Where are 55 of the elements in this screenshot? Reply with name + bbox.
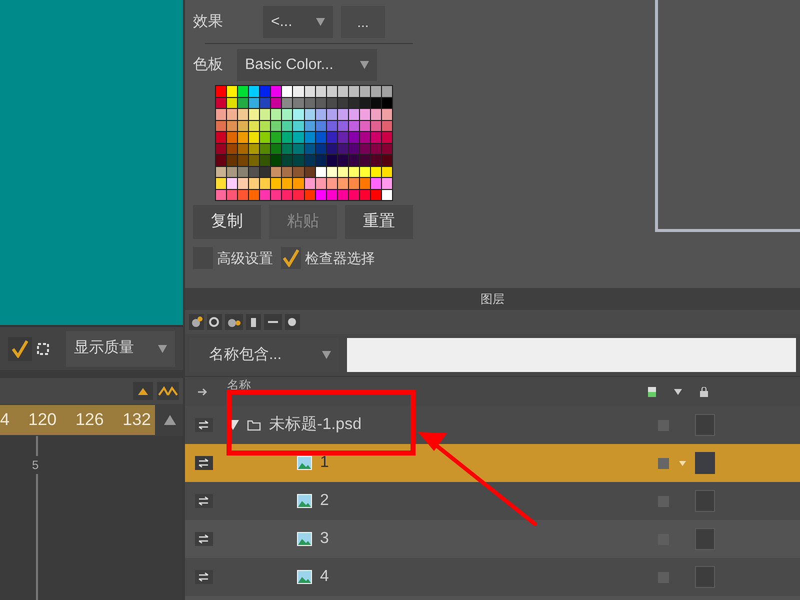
caret-icon [322,351,331,359]
onion-skin-icon[interactable] [133,382,153,400]
quality-dropdown[interactable]: 显示质量 [66,330,175,366]
playhead-label: 5 [32,456,39,474]
visibility-icon[interactable] [195,418,213,432]
swatches-label: 色板 [193,54,224,75]
link-icon[interactable] [197,388,207,396]
visibility-icon[interactable] [195,532,213,546]
swatch-action-button[interactable]: 复制 [193,205,261,239]
dropdown-column-icon [674,388,682,394]
layer-name: 3 [320,529,329,549]
caret-icon [360,61,369,69]
lock-icon [700,386,708,396]
checkbox-label: 检查器选择 [305,248,375,268]
effects-dropdown[interactable]: <... [263,6,333,38]
panel-title: 图层 [480,291,504,308]
checkmark-icon [283,249,299,267]
image-icon [297,456,312,470]
checkbox[interactable] [8,336,32,360]
layer-add-icon[interactable] [225,314,243,330]
layer-name: 4 [320,567,329,587]
folder-icon [247,420,261,430]
trash-icon[interactable] [246,314,261,330]
layer-row[interactable]: 2 [185,482,800,520]
onion-skin-outline-icon[interactable] [157,382,179,400]
image-icon [297,570,312,584]
swatches-dropdown[interactable]: Basic Color... [237,49,377,81]
color-square[interactable] [658,458,669,468]
swatch-action-button[interactable]: 重置 [345,205,413,239]
layer-row[interactable]: 未标题-1.psd [185,406,800,444]
layer-row[interactable]: 1 [185,444,800,482]
checkbox-label: 高级设置 [217,248,273,268]
frame-icon[interactable] [36,342,50,356]
layer-name: 2 [320,491,329,511]
checkbox[interactable] [281,247,301,269]
effects-button[interactable]: ... [341,6,385,38]
image-icon [297,532,312,546]
search-icon[interactable] [207,314,222,330]
layer-name: 未标题-1.psd [269,414,362,435]
visibility-icon[interactable] [195,456,213,470]
checkmark-icon [12,340,28,358]
new-layer-icon[interactable] [189,314,204,330]
filter-input-field[interactable] [347,338,796,372]
timeline-ruler: 4 120 126 132 [0,405,155,435]
layer-row[interactable]: 4 [185,558,800,596]
layer-name: 1 [320,453,329,473]
image-icon [297,494,312,508]
color-column-icon [648,386,656,396]
caret-icon [316,18,325,26]
scroll-up-icon[interactable] [163,414,177,426]
caret-icon [158,344,167,352]
minus-icon[interactable] [264,314,282,330]
visibility-icon[interactable] [195,570,213,584]
visibility-icon[interactable] [195,494,213,508]
effects-label: 效果 [193,12,224,32]
